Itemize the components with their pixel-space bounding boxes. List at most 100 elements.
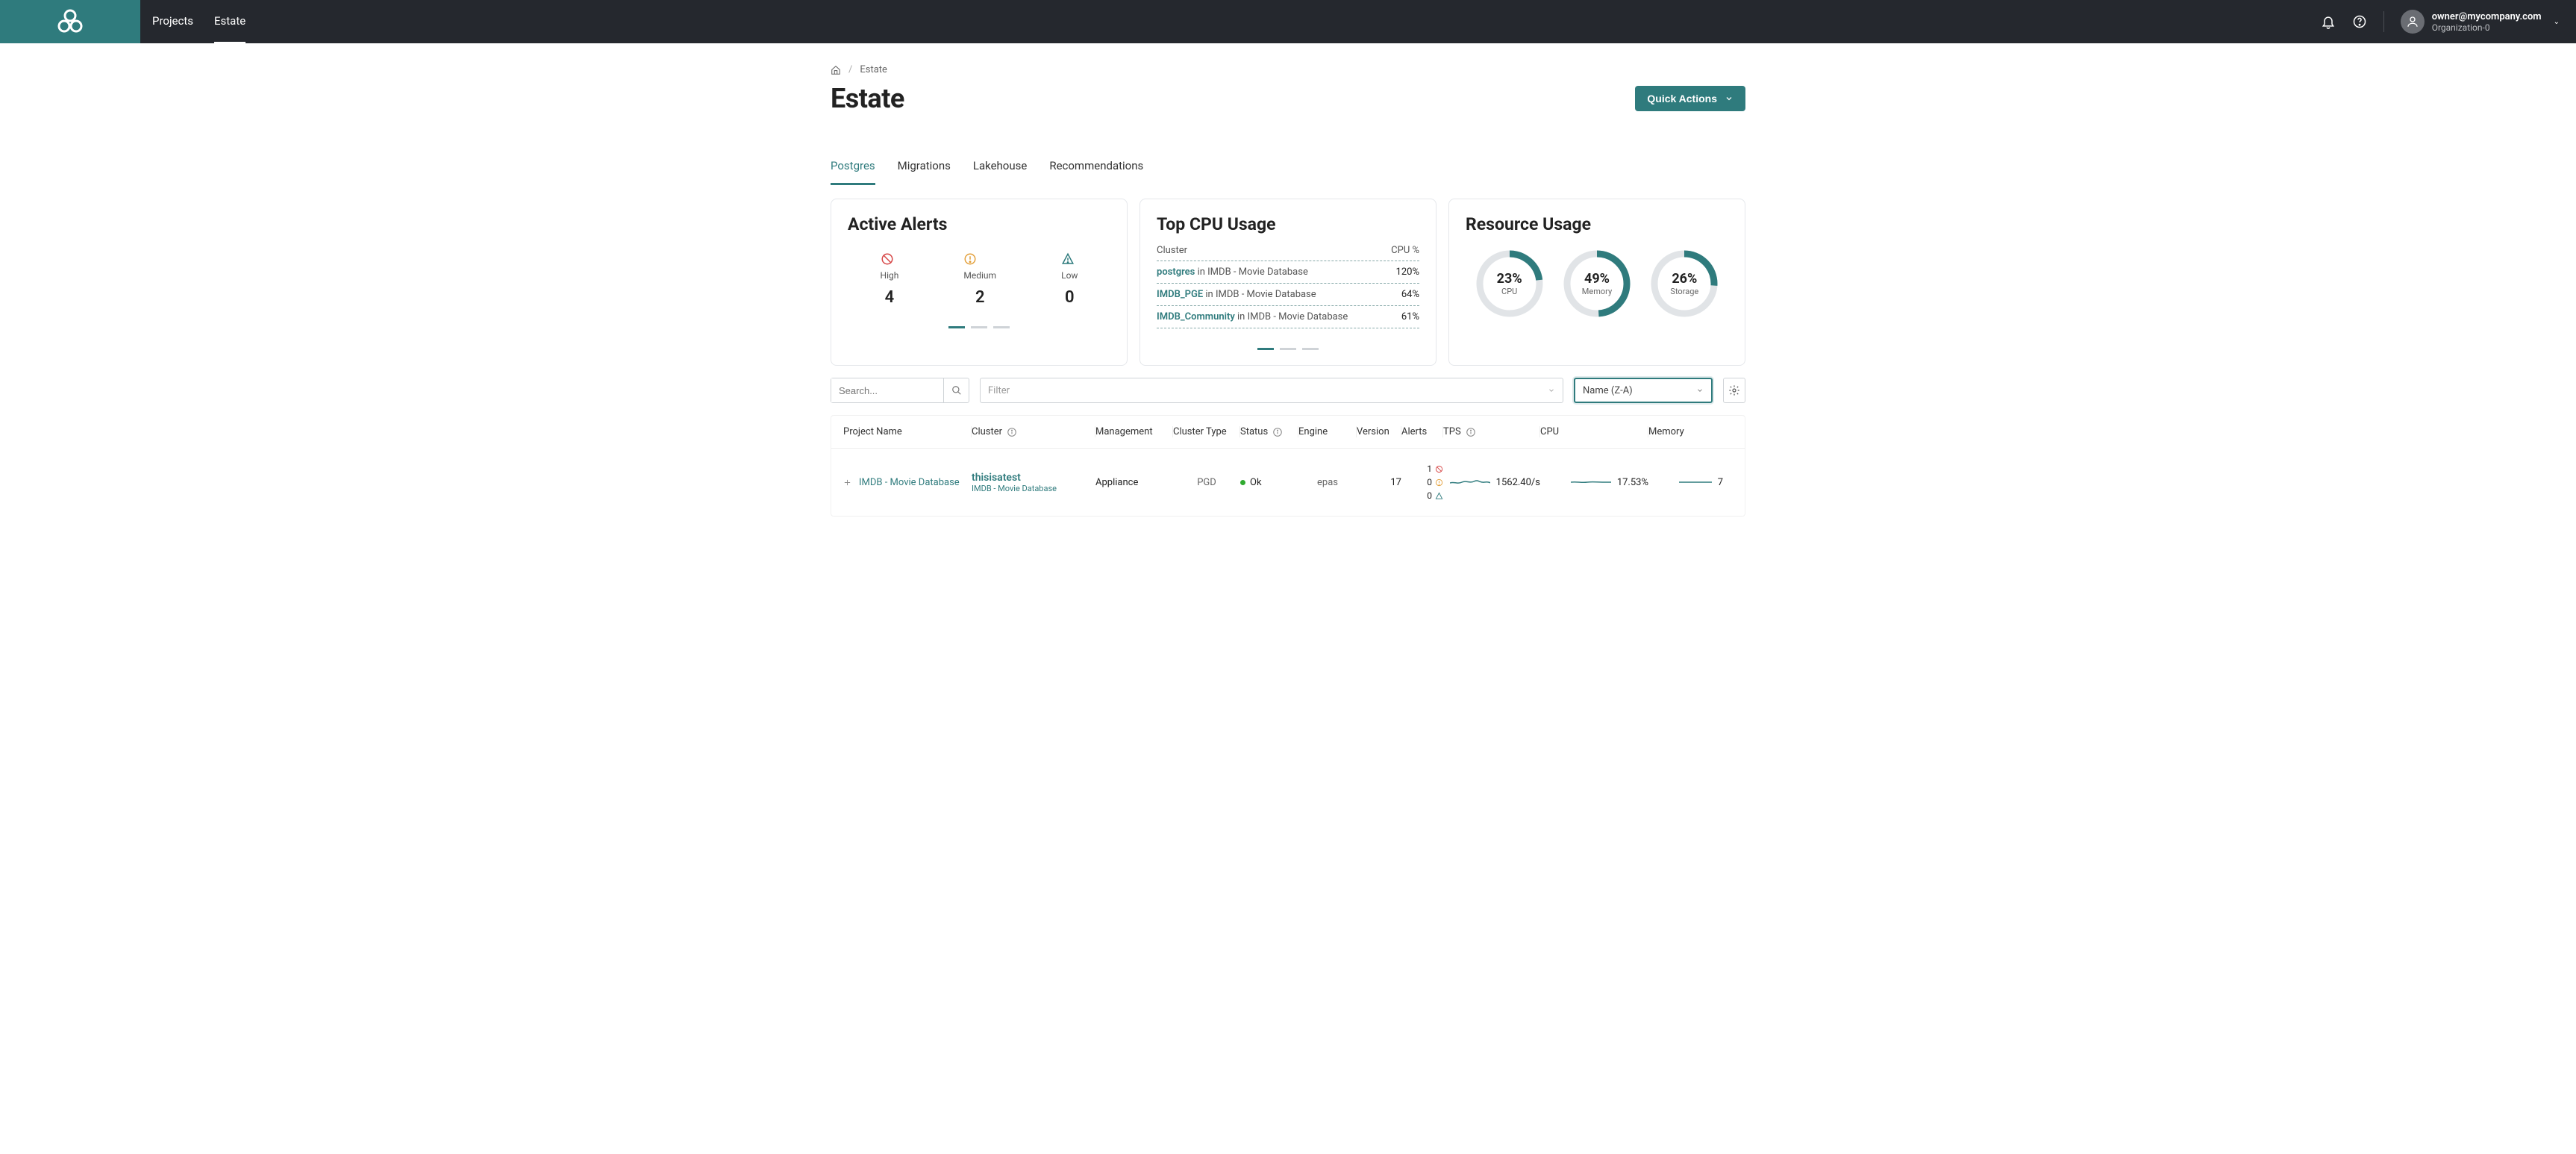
col-cluster-type[interactable]: Cluster Type [1173,426,1240,437]
cluster-name[interactable]: thisisatest [972,472,1095,484]
gauge-pct: 26% [1672,271,1697,287]
search-input[interactable] [831,378,943,402]
home-icon[interactable] [831,65,841,75]
col-management[interactable]: Management [1095,426,1173,437]
tab-postgres[interactable]: Postgres [831,159,875,185]
sort-value: Name (Z-A) [1583,385,1633,396]
alert-count: 4 [881,288,899,307]
breadcrumb: / Estate [831,43,1745,75]
search-button[interactable] [943,378,969,402]
col-label: Cluster [972,426,1002,437]
dot-3[interactable] [1302,348,1319,350]
col-label: Status [1240,426,1268,437]
gear-icon [1728,384,1740,396]
col-project-name[interactable]: Project Name [843,426,972,437]
cell-status: Ok [1240,477,1298,488]
alert-high-count: 1 [1427,462,1432,475]
table-row[interactable]: IMDB - Movie Database thisisatest IMDB -… [831,448,1745,516]
cpu-table-head: Cluster CPU % [1157,245,1419,261]
cpu-title: Top CPU Usage [1157,214,1419,234]
cards-row: Active Alerts High4Medium2Low0 Top CPU U… [831,199,1745,366]
col-engine[interactable]: Engine [1298,426,1357,437]
breadcrumb-sep: / [848,64,852,75]
cell-project[interactable]: IMDB - Movie Database [843,477,972,488]
page-title: Estate [831,83,904,114]
info-icon[interactable] [1007,427,1017,437]
card-top-cpu: Top CPU Usage Cluster CPU % postgres in … [1139,199,1437,366]
col-tps[interactable]: TPS [1443,426,1540,437]
info-icon[interactable] [1466,427,1476,437]
status-text: Ok [1250,477,1262,488]
brand-logo[interactable] [0,0,140,43]
cpu-row[interactable]: postgres in IMDB - Movie Database120% [1157,261,1419,284]
topbar: Projects Estate owner@mycompany.com Orga… [0,0,2576,43]
cpu-row[interactable]: IMDB_PGE in IMDB - Movie Database 64% [1157,284,1419,306]
chevron-down-icon [1548,387,1555,394]
cpu-head-pct: CPU % [1391,245,1419,256]
cluster-subtitle: IMDB - Movie Database [972,484,1095,493]
project-link[interactable]: IMDB - Movie Database [859,477,960,488]
cpu-cluster-link[interactable]: IMDB_PGE [1157,289,1203,300]
col-cpu[interactable]: CPU [1540,426,1648,437]
cpu-cluster-context: in IMDB - Movie Database [1203,289,1316,300]
col-version[interactable]: Version [1357,426,1401,437]
cpu-row[interactable]: IMDB_Community in IMDB - Movie Database6… [1157,306,1419,328]
col-status[interactable]: Status [1240,426,1298,437]
gauge-label: CPU [1501,287,1517,296]
dot-2[interactable] [971,326,987,328]
dot-1[interactable] [1257,348,1274,350]
cpu-cluster-link[interactable]: IMDB_Community [1157,311,1235,322]
filter-label: Filter [988,385,1010,396]
dot-2[interactable] [1280,348,1296,350]
cell-management: Appliance [1095,477,1173,488]
alert-count: 0 [1061,288,1078,307]
carousel-dots-cpu [1157,348,1419,350]
col-memory[interactable]: Memory [1648,426,1723,437]
gauge-label: Storage [1670,287,1698,296]
col-label: Alerts [1401,426,1427,437]
dot-1[interactable] [948,326,965,328]
dot-3[interactable] [993,326,1010,328]
triangle-icon [1435,492,1443,500]
col-label: Engine [1298,426,1328,437]
gauge-pct: 23% [1497,271,1522,287]
settings-button[interactable] [1723,378,1745,403]
table-header: Project Name Cluster ManagementCluster Ty… [831,416,1745,448]
alert-col-high[interactable]: High4 [881,252,899,307]
title-bar: Estate Quick Actions [831,83,1745,114]
info-icon[interactable] [1272,427,1283,437]
col-cluster[interactable]: Cluster [972,426,1095,437]
search-box [831,378,969,403]
user-menu[interactable]: owner@mycompany.com Organization-0 ⌄ [2401,10,2560,34]
bell-icon[interactable] [2321,14,2336,29]
logo-icon [56,9,84,34]
alert-col-medium[interactable]: Medium2 [963,252,996,307]
cell-cluster[interactable]: thisisatest IMDB - Movie Database [972,472,1095,493]
gauge-label: Memory [1582,287,1612,296]
quick-actions-label: Quick Actions [1647,93,1717,105]
help-icon[interactable] [2352,14,2367,29]
filter-select[interactable]: Filter [980,378,1563,403]
tab-recommendations[interactable]: Recommendations [1049,159,1143,185]
card-active-alerts: Active Alerts High4Medium2Low0 [831,199,1128,366]
quick-actions-button[interactable]: Quick Actions [1635,86,1745,111]
tab-lakehouse[interactable]: Lakehouse [973,159,1027,185]
sparkline-memory [1679,475,1712,489]
info-icon [1435,478,1443,487]
alert-col-low[interactable]: Low0 [1061,252,1078,307]
nav-projects[interactable]: Projects [152,0,193,44]
alert-icon [963,252,996,266]
gauge-memory: 49%Memory [1563,249,1631,318]
col-alerts[interactable]: Alerts [1401,426,1443,437]
plus-icon[interactable] [843,478,851,487]
nav-estate[interactable]: Estate [214,0,246,44]
search-icon [951,385,962,396]
col-label: Project Name [843,426,902,437]
sort-select[interactable]: Name (Z-A) [1574,378,1713,403]
cpu-pct: 64% [1401,289,1419,300]
cell-cluster-type: PGD [1173,477,1240,488]
cell-memory: 7 [1648,475,1723,489]
cpu-cluster-context: in IMDB - Movie Database [1195,266,1308,278]
tab-migrations[interactable]: Migrations [898,159,951,185]
cpu-cluster-link[interactable]: postgres [1157,266,1195,278]
